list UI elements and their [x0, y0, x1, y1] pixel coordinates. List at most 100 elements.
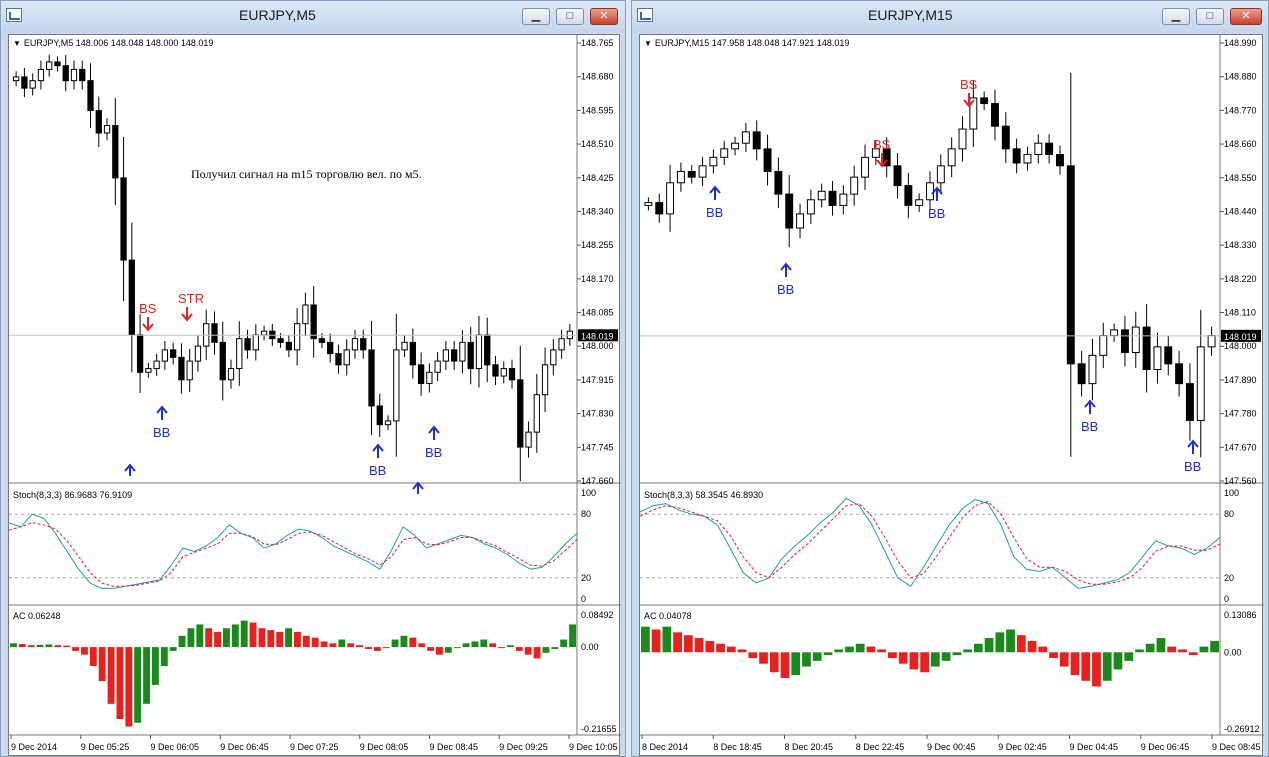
ac-bar	[1113, 652, 1123, 670]
ac-bar	[1124, 652, 1134, 661]
chart-comment: Получил сигнал на m15 торговлю вел. по м…	[191, 167, 422, 181]
candle	[828, 190, 837, 206]
candle	[252, 334, 259, 351]
price-tick-label: 148.595	[581, 105, 614, 115]
price-tick-label: 147.830	[581, 409, 614, 419]
candle	[533, 394, 540, 433]
candle	[709, 156, 718, 167]
close-button[interactable]: ✕	[1230, 8, 1262, 25]
signal-label: BB	[1081, 419, 1098, 434]
chart-window-icon[interactable]	[6, 8, 22, 22]
minimize-button[interactable]: ▁	[522, 8, 550, 25]
candle	[991, 103, 999, 127]
ac-bar	[320, 641, 328, 648]
ac-bar	[1092, 652, 1101, 687]
ac-bar	[941, 652, 951, 661]
price-chart-area[interactable]: 148.990 148.880 148.770 148.660 148.550 148.4…	[639, 34, 1264, 756]
price-tick-label: 148.425	[581, 173, 614, 183]
candle	[1055, 154, 1064, 167]
candle	[666, 182, 675, 215]
ac-bar	[1016, 635, 1026, 653]
stoch-axis-label: 80	[1224, 509, 1234, 519]
ac-bar	[98, 647, 106, 682]
ac-bar	[294, 631, 301, 648]
minimize-button[interactable]: ▁	[1162, 8, 1190, 25]
ac-bar	[187, 628, 195, 648]
signal-label: BB	[706, 205, 723, 220]
price-tick-label: 148.220	[1224, 274, 1257, 284]
ac-bar	[641, 626, 650, 653]
candle	[335, 353, 342, 366]
ac-axis-label: -0.21655	[581, 724, 617, 734]
ac-bar	[984, 638, 994, 653]
price-tick-label: 147.560	[1224, 476, 1257, 486]
candle	[1034, 142, 1043, 156]
ac-bar	[963, 649, 972, 653]
candle	[698, 165, 707, 178]
price-tick-label: 148.330	[1224, 240, 1257, 250]
ac-bar	[107, 647, 115, 704]
ac-bar	[651, 629, 661, 653]
candle	[1045, 142, 1054, 156]
ac-bar	[726, 646, 736, 653]
ac-bar	[888, 652, 897, 658]
candle	[393, 349, 400, 422]
signal-label: BB	[369, 463, 386, 478]
candle	[541, 364, 549, 396]
ac-bar	[276, 631, 284, 648]
ac-bar	[160, 647, 168, 667]
candle	[508, 368, 516, 381]
stoch-axis-label: 80	[581, 509, 591, 519]
ac-bar	[329, 643, 337, 648]
ac-bar	[802, 652, 811, 667]
candle	[936, 165, 945, 184]
candle	[861, 156, 869, 178]
ac-bar	[533, 647, 541, 659]
time-tick-label: 8 Dec 22:45	[856, 742, 905, 752]
title-bar[interactable]: EURJPY,M15 ▁ □ ✕	[632, 1, 1268, 33]
price-chart-area[interactable]: 148.765 148.680 148.595 148.510 148.425 148.3…	[8, 34, 621, 756]
candle	[687, 170, 696, 178]
candle	[79, 68, 86, 82]
candle	[318, 338, 326, 343]
candle	[360, 338, 367, 351]
price-tick-label: 148.110	[1224, 308, 1256, 318]
ac-bar	[769, 652, 779, 673]
ac-bar	[18, 644, 26, 648]
ac-bar	[391, 639, 399, 648]
ac-bar	[302, 635, 310, 648]
candle	[720, 148, 729, 158]
ac-label: AC 0.06248	[13, 611, 61, 621]
ac-bar	[791, 652, 801, 676]
close-button[interactable]: ✕	[590, 8, 618, 25]
time-tick-label: 9 Dec 05:25	[81, 742, 130, 752]
candle	[244, 338, 251, 351]
maximize-button[interactable]: □	[556, 8, 584, 25]
candle	[752, 131, 761, 150]
ac-bar	[1145, 643, 1155, 653]
ac-bar	[823, 652, 833, 656]
ac-bar	[1178, 649, 1187, 653]
price-tick-label: 148.440	[1224, 206, 1257, 216]
chart-window-m5[interactable]: EURJPY,M5 ▁ □ ✕ 148.765 148.680 148.595 148…	[0, 0, 626, 757]
ac-bar	[152, 647, 159, 685]
ac-bar	[249, 622, 257, 648]
time-tick-label: 9 Dec 04:45	[1070, 742, 1119, 752]
ac-bar	[54, 645, 62, 648]
chart-window-m15[interactable]: EURJPY,M15 ▁ □ ✕ 148.990 148.880 148.770 14…	[631, 0, 1269, 757]
candle	[417, 364, 425, 385]
title-bar[interactable]: EURJPY,M5 ▁ □ ✕	[1, 1, 625, 33]
candle	[368, 349, 375, 407]
chart-window-icon[interactable]	[637, 8, 653, 22]
candle	[37, 68, 45, 82]
ac-bar	[569, 624, 576, 648]
candle	[211, 323, 218, 343]
maximize-button[interactable]: □	[1196, 8, 1224, 25]
ac-bar	[748, 652, 758, 658]
time-tick-label: 8 Dec 18:45	[713, 742, 762, 752]
ac-bar	[409, 637, 417, 648]
ac-bar	[285, 628, 292, 648]
candle	[145, 368, 152, 373]
ac-bar	[365, 647, 372, 650]
ac-bar	[338, 639, 346, 648]
